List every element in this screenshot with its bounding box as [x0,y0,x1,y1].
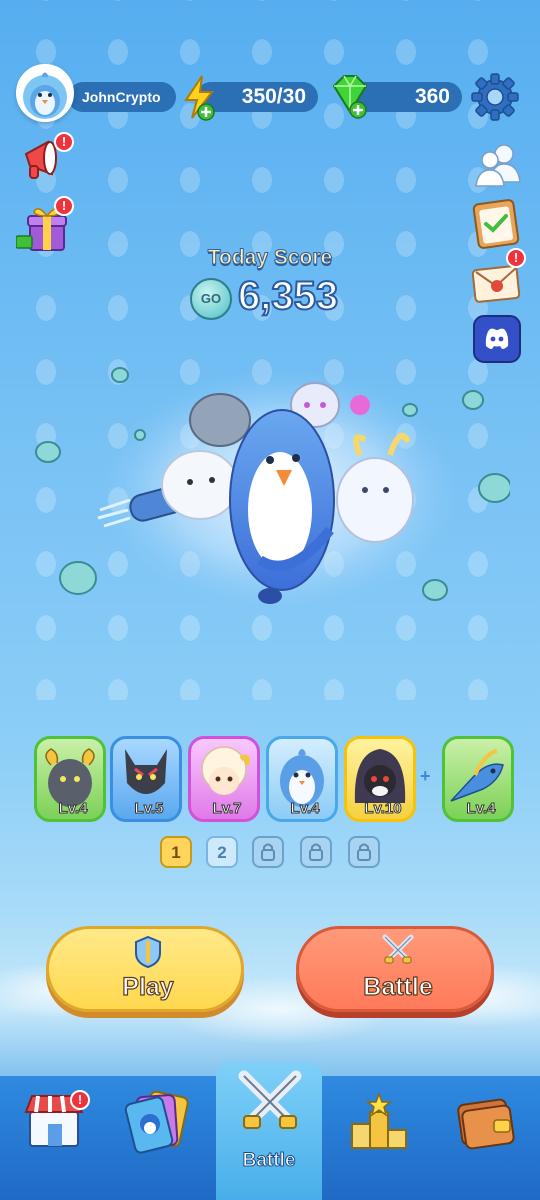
tasks-clipboard-icon[interactable] [470,196,522,249]
lock-icon [357,843,371,861]
today-score-value: 6,353 [237,273,339,319]
nav-tab-cards[interactable] [124,1088,194,1160]
avatar[interactable] [16,64,74,122]
team-slot-2[interactable]: 2 [206,836,238,868]
character-card[interactable]: Lv.10 [344,736,416,822]
gem-value: 360 [414,85,450,108]
swordfish-character-icon [450,749,504,802]
team-slot-locked[interactable] [300,836,332,868]
gear-icon[interactable] [470,72,520,122]
character-level: Lv.7 [212,800,242,818]
character-card[interactable]: Lv.4 [442,736,514,822]
character-level: Lv.4 [466,800,496,818]
clipboard-check-icon [472,199,520,249]
character-level: Lv.4 [290,800,320,818]
character-level: Lv.10 [364,800,402,818]
penguin-character-icon [280,749,324,807]
character-card[interactable]: Lv.4 [34,736,106,822]
username-label: JohnCrypto [82,89,161,105]
wolf-character-icon [125,749,167,794]
character-card[interactable]: Lv.5 [110,736,182,822]
roster-plus-separator: + [420,766,431,786]
leaderboard-icon [351,1091,407,1149]
ram-character-icon [45,748,95,807]
cards-icon [124,1090,189,1154]
crossed-swords-icon [382,934,414,964]
discord-logo-icon [473,315,521,363]
lock-icon [309,843,323,861]
today-score-title: Today Score [207,246,333,270]
nav-tab-battle[interactable] [234,1068,306,1144]
energy-value: 350/30 [241,85,306,108]
play-button-label: Play [122,972,175,1001]
battle-button-label: Battle [363,972,434,1001]
announcement-icon[interactable]: ! [18,132,74,186]
go-coin-icon: GO [190,278,232,320]
battle-button[interactable]: Battle [296,926,494,1012]
team-slot-locked[interactable] [348,836,380,868]
character-card[interactable]: Lv.4 [266,736,338,822]
discord-icon[interactable] [472,314,524,366]
character-level: Lv.5 [134,800,164,818]
battle-swords-icon [238,1070,302,1129]
nav-tab-shop[interactable]: ! [22,1088,90,1156]
wallet-icon [457,1098,515,1150]
shield-sword-icon [135,935,161,969]
hero-characters-illustration [35,367,510,610]
notification-badge: ! [54,132,74,152]
people-icon [475,144,521,187]
sheep-character-icon [201,746,250,795]
gem-plus-icon[interactable] [326,72,372,120]
lock-icon [261,843,275,861]
play-button[interactable]: Play [46,926,244,1012]
penguin-avatar-icon [23,72,67,119]
notification-badge: ! [70,1090,90,1110]
friends-icon[interactable] [472,138,524,190]
team-slot-1[interactable]: 1 [160,836,192,868]
character-level: Lv.4 [58,800,88,818]
team-slot-locked[interactable] [252,836,284,868]
notification-badge: ! [54,196,74,216]
character-card[interactable]: Lv.7 [188,736,260,822]
nav-tab-battle-label: Battle [242,1150,296,1172]
nav-tab-leaderboard[interactable] [348,1090,410,1156]
lightning-plus-icon[interactable] [180,74,220,122]
username-pill[interactable]: JohnCrypto [68,82,176,112]
hooded-fox-character-icon [354,749,406,803]
nav-tab-wallet[interactable] [454,1094,518,1156]
